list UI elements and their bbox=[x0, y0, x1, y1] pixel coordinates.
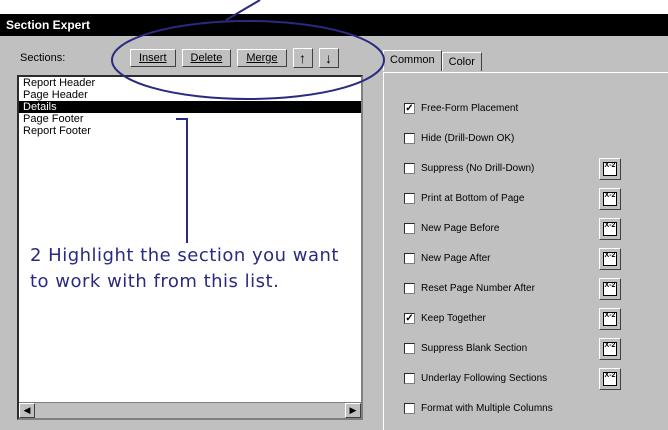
checkbox[interactable] bbox=[404, 373, 415, 384]
scroll-right-icon[interactable]: ▶ bbox=[345, 403, 361, 418]
formula-button[interactable]: X-2 bbox=[599, 278, 621, 300]
checkbox[interactable] bbox=[404, 283, 415, 294]
common-tab-panel: ✓ Free-Form Placement Hide (Drill-Down O… bbox=[383, 72, 668, 430]
delete-button[interactable]: Delete bbox=[181, 49, 232, 67]
option-label: New Page Before bbox=[421, 223, 500, 234]
option-label: New Page After bbox=[421, 253, 491, 264]
tab-color[interactable]: Color bbox=[441, 52, 482, 71]
formula-button[interactable]: X-2 bbox=[599, 308, 621, 330]
insert-button[interactable]: Insert bbox=[130, 49, 176, 67]
arrow-down-icon[interactable]: ↓ bbox=[318, 48, 339, 68]
formula-icon: X-2 bbox=[603, 222, 617, 236]
option-label: Reset Page Number After bbox=[421, 283, 535, 294]
checkbox[interactable]: ✓ bbox=[404, 313, 415, 324]
callout-line: 2 Highlight the section you want bbox=[30, 245, 339, 266]
section-toolbar: Insert Delete Merge ↑ ↓ bbox=[130, 47, 339, 69]
option-reset-page-number[interactable]: Reset Page Number After bbox=[404, 283, 535, 294]
formula-button[interactable]: X-2 bbox=[599, 188, 621, 210]
tab-common[interactable]: Common bbox=[383, 50, 442, 71]
list-item[interactable]: Report Footer bbox=[19, 125, 361, 137]
option-suppress-blank[interactable]: Suppress Blank Section bbox=[404, 343, 527, 354]
formula-icon: X-2 bbox=[603, 192, 617, 206]
list-item[interactable]: Report Header bbox=[19, 77, 361, 89]
formula-button[interactable]: X-2 bbox=[599, 158, 621, 180]
pointer-line bbox=[186, 118, 188, 248]
checkbox[interactable] bbox=[404, 253, 415, 264]
option-new-page-before[interactable]: New Page Before bbox=[404, 223, 499, 234]
option-underlay[interactable]: Underlay Following Sections bbox=[404, 373, 547, 384]
option-free-form-placement[interactable]: ✓ Free-Form Placement bbox=[404, 103, 518, 114]
option-print-at-bottom[interactable]: Print at Bottom of Page bbox=[404, 193, 524, 204]
horizontal-scrollbar[interactable]: ◀ ▶ bbox=[19, 402, 361, 418]
checkbox[interactable] bbox=[404, 193, 415, 204]
option-label: Underlay Following Sections bbox=[421, 373, 548, 384]
option-multiple-columns[interactable]: Format with Multiple Columns bbox=[404, 403, 553, 414]
list-item[interactable]: Details bbox=[19, 101, 361, 113]
formula-icon: X-2 bbox=[603, 162, 617, 176]
formula-icon: X-2 bbox=[603, 372, 617, 386]
formula-icon: X-2 bbox=[603, 342, 617, 356]
formula-icon: X-2 bbox=[603, 282, 617, 296]
option-label: Suppress Blank Section bbox=[421, 343, 528, 354]
checkbox[interactable] bbox=[404, 223, 415, 234]
option-label: Format with Multiple Columns bbox=[421, 403, 553, 414]
option-label: Hide (Drill-Down OK) bbox=[421, 133, 515, 144]
tab-strip: Common Color bbox=[383, 50, 482, 71]
checkbox[interactable] bbox=[404, 343, 415, 354]
formula-icon: X-2 bbox=[603, 312, 617, 326]
callout-annotation: 2 Highlight the section you want to work… bbox=[30, 243, 340, 295]
arrow-up-icon[interactable]: ↑ bbox=[292, 48, 313, 68]
list-item[interactable]: Page Header bbox=[19, 89, 361, 101]
option-label: Print at Bottom of Page bbox=[421, 193, 525, 204]
formula-button[interactable]: X-2 bbox=[599, 368, 621, 390]
option-suppress[interactable]: Suppress (No Drill-Down) bbox=[404, 163, 534, 174]
scroll-left-icon[interactable]: ◀ bbox=[19, 403, 35, 418]
checkbox[interactable] bbox=[404, 403, 415, 414]
section-expert-dialog: Section Expert Sections: Insert Delete M… bbox=[0, 14, 668, 430]
checkbox[interactable] bbox=[404, 163, 415, 174]
checkbox[interactable]: ✓ bbox=[404, 103, 415, 114]
sections-label: Sections: bbox=[20, 52, 66, 64]
option-label: Free-Form Placement bbox=[421, 103, 519, 114]
option-hide[interactable]: Hide (Drill-Down OK) bbox=[404, 133, 514, 144]
formula-button[interactable]: X-2 bbox=[599, 338, 621, 360]
formula-icon: X-2 bbox=[603, 252, 617, 266]
callout-line: to work with from this list. bbox=[30, 271, 280, 292]
formula-button[interactable]: X-2 bbox=[599, 218, 621, 240]
option-new-page-after[interactable]: New Page After bbox=[404, 253, 490, 264]
merge-button[interactable]: Merge bbox=[237, 49, 287, 67]
title-bar: Section Expert bbox=[0, 14, 668, 36]
formula-button[interactable]: X-2 bbox=[599, 248, 621, 270]
option-label: Keep Together bbox=[421, 313, 486, 324]
option-keep-together[interactable]: ✓ Keep Together bbox=[404, 313, 486, 324]
checkbox[interactable] bbox=[404, 133, 415, 144]
option-label: Suppress (No Drill-Down) bbox=[421, 163, 535, 174]
list-item[interactable]: Page Footer bbox=[19, 113, 361, 125]
